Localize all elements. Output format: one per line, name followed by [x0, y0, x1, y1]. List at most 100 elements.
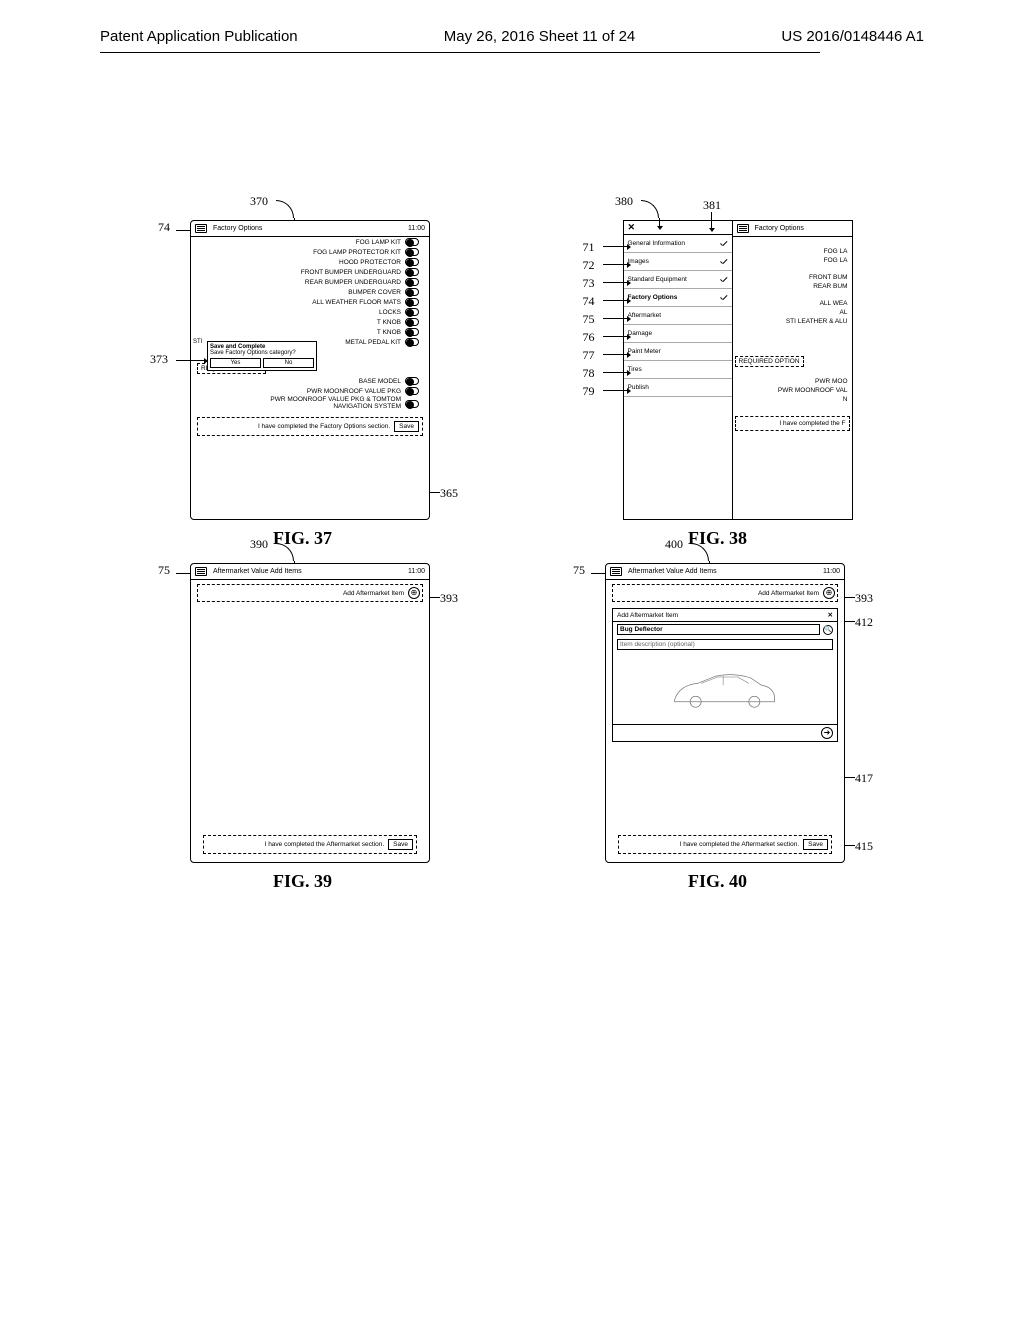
partial-row: FOG LA	[733, 247, 852, 256]
option-row[interactable]: REAR BUMPER UNDERGUARD	[191, 277, 429, 287]
partial-required-row: PWR MOO	[733, 377, 852, 386]
clock: 11:00	[823, 568, 840, 575]
nav-general-info[interactable]: General Information	[624, 235, 732, 253]
ref-381: 381	[703, 198, 721, 213]
submit-arrow-icon[interactable]: ➜	[821, 727, 833, 739]
save-button[interactable]: Save	[803, 839, 828, 850]
toggle-icon[interactable]	[405, 338, 419, 346]
ref-365: 365	[440, 486, 458, 501]
figure-label: FIG. 38	[515, 528, 920, 549]
option-row[interactable]: FOG LAMP KIT	[191, 237, 429, 247]
toggle-icon[interactable]	[405, 258, 419, 266]
options-list: FOG LAMP KIT FOG LAMP PROTECTOR KIT HOOD…	[191, 237, 429, 347]
toggle-icon[interactable]	[405, 308, 419, 316]
option-row[interactable]: T KNOB	[191, 327, 429, 337]
hamburger-icon[interactable]	[737, 224, 749, 233]
toggle-icon[interactable]	[405, 318, 419, 326]
lead-73	[603, 282, 627, 283]
toggle-icon[interactable]	[405, 278, 419, 286]
lead-74b	[603, 300, 627, 301]
toggle-icon[interactable]	[405, 268, 419, 276]
item-description-field[interactable]: Item description (optional)	[617, 639, 833, 650]
partial-row-left: STI	[191, 339, 202, 345]
ref-77: 77	[583, 348, 595, 363]
toggle-icon[interactable]	[405, 377, 419, 385]
option-row[interactable]: T KNOB	[191, 317, 429, 327]
partial-row: FRONT BUM	[733, 273, 852, 282]
clock: 11:00	[408, 225, 425, 232]
hamburger-icon[interactable]	[195, 567, 207, 576]
toggle-icon[interactable]	[405, 387, 419, 395]
figure-37: 370 74 Factory Options 11:00 FOG LAMP KI…	[100, 220, 505, 549]
lead-393	[430, 597, 440, 598]
partial-screen: Factory Options FOG LA FOG LA FRONT BUM …	[733, 220, 853, 520]
add-aftermarket-row[interactable]: Add Aftermarket Item ⊕	[612, 584, 838, 602]
sheet-info: May 26, 2016 Sheet 11 of 24	[444, 28, 636, 45]
nav-images[interactable]: Images	[624, 253, 732, 271]
lead-417	[845, 777, 855, 778]
save-text: I have completed the Aftermarket section…	[265, 841, 385, 848]
ref-78: 78	[583, 366, 595, 381]
figure-label: FIG. 37	[100, 528, 505, 549]
save-row: I have completed the Factory Options sec…	[197, 417, 423, 436]
toggle-icon[interactable]	[405, 400, 419, 408]
toggle-icon[interactable]	[405, 248, 419, 256]
required-row[interactable]: BASE MODEL	[191, 376, 429, 386]
modal-close-icon[interactable]: ✕	[828, 611, 833, 619]
ref-79: 79	[583, 384, 595, 399]
screen-title: Aftermarket Value Add Items	[628, 568, 823, 575]
ref-73: 73	[583, 276, 595, 291]
lead-77	[603, 354, 627, 355]
toggle-icon[interactable]	[405, 238, 419, 246]
add-plus-icon[interactable]: ⊕	[408, 587, 420, 599]
hamburger-icon[interactable]	[195, 224, 207, 233]
add-aftermarket-row[interactable]: Add Aftermarket Item ⊕	[197, 584, 423, 602]
option-row[interactable]: HOOD PROTECTOR	[191, 257, 429, 267]
toggle-icon[interactable]	[405, 288, 419, 296]
nav-aftermarket[interactable]: Aftermarket	[624, 307, 732, 325]
pub-label: Patent Application Publication	[100, 28, 298, 45]
item-type-field[interactable]: Bug Deflector	[617, 624, 820, 635]
popup-no-button[interactable]: No	[263, 358, 314, 368]
save-button[interactable]: Save	[394, 421, 419, 432]
option-row[interactable]: LOCKS	[191, 307, 429, 317]
save-row: I have completed the Aftermarket section…	[618, 835, 832, 854]
lead-71	[603, 246, 627, 247]
phone-header: Aftermarket Value Add Items 11:00	[606, 564, 844, 580]
save-complete-popup: Save and Complete Save Factory Options c…	[207, 341, 317, 371]
nav-standard-equipment[interactable]: Standard Equipment	[624, 271, 732, 289]
ref-412: 412	[855, 615, 873, 630]
save-row: I have completed the Aftermarket section…	[203, 835, 417, 854]
ref-75-39: 75	[158, 563, 170, 578]
save-button[interactable]: Save	[388, 839, 413, 850]
popup-yes-button[interactable]: Yes	[210, 358, 261, 368]
option-row[interactable]: FRONT BUMPER UNDERGUARD	[191, 267, 429, 277]
phone-screen-40: Aftermarket Value Add Items 11:00 Add Af…	[605, 563, 845, 863]
add-plus-icon[interactable]: ⊕	[823, 587, 835, 599]
nav-tires[interactable]: Tires	[624, 361, 732, 379]
close-icon[interactable]: ✕	[624, 221, 732, 235]
vehicle-illustration	[619, 658, 831, 718]
partial-row: ALL WEA	[733, 299, 852, 308]
check-icon	[720, 276, 728, 284]
required-option-header: REQUIRED OPTION	[735, 356, 804, 367]
nav-paint-meter[interactable]: Paint Meter	[624, 343, 732, 361]
nav-publish[interactable]: Publish	[624, 379, 732, 397]
option-row[interactable]: BUMPER COVER	[191, 287, 429, 297]
required-row[interactable]: PWR MOONROOF VALUE PKG & TOMTOM NAVIGATI…	[191, 396, 429, 411]
lead-373	[176, 360, 204, 361]
check-icon	[720, 258, 728, 266]
screen-title: Factory Options	[213, 225, 408, 232]
figure-label: FIG. 40	[515, 871, 920, 892]
required-row[interactable]: PWR MOONROOF VALUE PKG	[191, 386, 429, 396]
nav-damage[interactable]: Damage	[624, 325, 732, 343]
partial-required-row: PWR MOONROOF VAL	[733, 386, 852, 395]
toggle-icon[interactable]	[405, 298, 419, 306]
nav-factory-options[interactable]: Factory Options	[624, 289, 732, 307]
hamburger-icon[interactable]	[610, 567, 622, 576]
option-row[interactable]: ALL WEATHER FLOOR MATS	[191, 297, 429, 307]
search-icon[interactable]: 🔍	[823, 625, 833, 635]
toggle-icon[interactable]	[405, 328, 419, 336]
option-row[interactable]: FOG LAMP PROTECTOR KIT	[191, 247, 429, 257]
lead-380-arrow	[659, 218, 660, 226]
